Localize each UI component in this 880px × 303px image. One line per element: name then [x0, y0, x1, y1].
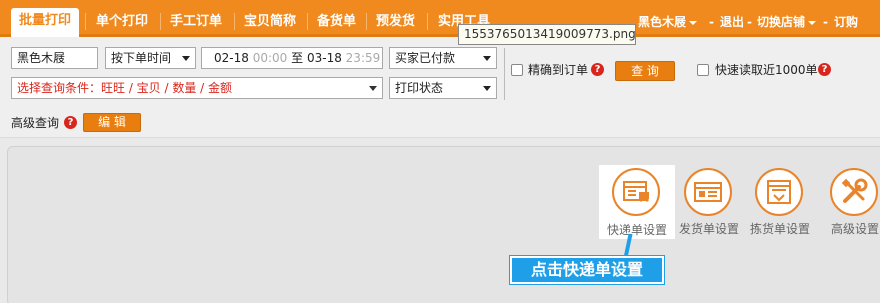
express-form-setting[interactable]: 快递单设置	[599, 165, 675, 239]
time-from: 00:00	[252, 51, 288, 65]
logout-link[interactable]: 退出	[720, 10, 744, 34]
dropdown-arrow-icon	[483, 86, 491, 91]
nav-divider	[307, 13, 308, 30]
delivery-form-icon	[684, 168, 732, 216]
picking-form-icon	[755, 168, 803, 216]
delivery-form-label: 发货单设置	[678, 222, 739, 236]
chevron-down-icon	[689, 20, 698, 25]
switch-shop-label: 切换店铺	[757, 15, 806, 29]
query-condition-placeholder: 选择查询条件：旺旺 / 宝贝 / 数量 / 金额	[17, 81, 233, 95]
tools-icon	[830, 168, 878, 216]
fast-read-checkbox[interactable]	[697, 64, 709, 76]
date-to-label: 至	[291, 51, 304, 65]
print-status-value: 打印状态	[395, 81, 444, 95]
shop-select[interactable]: 黑色木屐	[11, 47, 98, 69]
order-status-select[interactable]: 买家已付款	[389, 47, 497, 69]
chevron-down-icon	[808, 20, 817, 25]
shop-menu[interactable]: 黑色木屐	[638, 10, 698, 34]
time-type-value: 按下单时间	[111, 51, 172, 65]
query-button[interactable]: 查 询	[615, 61, 675, 81]
time-type-select[interactable]: 按下单时间	[105, 47, 196, 69]
print-status-select[interactable]: 打印状态	[389, 77, 497, 99]
help-icon[interactable]: ?	[591, 63, 604, 76]
nav-divider	[160, 13, 161, 30]
edit-button[interactable]: 编 辑	[83, 113, 141, 132]
date-from: 02-18	[214, 51, 249, 65]
time-to: 23:59	[345, 51, 381, 65]
dropdown-arrow-icon	[182, 56, 190, 61]
dropdown-arrow-icon	[369, 86, 377, 91]
tab-batch-print[interactable]: 批量打印	[11, 8, 80, 37]
callout-express-setting: 点击快递单设置	[510, 256, 664, 284]
help-icon[interactable]: ?	[64, 116, 77, 129]
order-status-value: 买家已付款	[395, 51, 456, 65]
express-form-label: 快递单设置	[606, 223, 667, 237]
nav-dash: -	[709, 15, 714, 29]
nav-dash: -	[823, 15, 828, 29]
switch-shop-menu[interactable]: 切换店铺	[757, 10, 817, 34]
top-nav: 批量打印 单个打印 手工订单 宝贝简称 备货单 预发货 实用工具 黑色木屐 - …	[0, 0, 880, 37]
picking-form-label: 拣货单设置	[749, 222, 810, 236]
tab-stock-list[interactable]: 备货单	[309, 9, 364, 37]
tab-item-alias[interactable]: 宝贝简称	[236, 9, 304, 37]
advanced-query-label: 高级查询	[11, 116, 60, 130]
nav-dash: -	[747, 15, 752, 29]
date-range-field[interactable]: 02-18 00:00 至 03-18 23:59	[201, 47, 383, 69]
nav-divider	[234, 13, 235, 30]
exact-order-label: 精确到订单	[528, 63, 589, 77]
advanced-setting-label: 高级设置	[830, 222, 879, 236]
express-form-icon	[612, 168, 660, 216]
help-icon[interactable]: ?	[818, 63, 831, 76]
filename-tooltip: 1553765013419009773.png	[458, 24, 636, 45]
fast-read-label: 快速读取近1000单	[715, 63, 818, 77]
query-condition-select[interactable]: 选择查询条件：旺旺 / 宝贝 / 数量 / 金额	[11, 77, 383, 99]
tab-single-print[interactable]: 单个打印	[88, 9, 156, 37]
filter-divider	[504, 48, 505, 100]
tab-manual-order[interactable]: 手工订单	[162, 9, 230, 37]
dropdown-arrow-icon	[483, 56, 491, 61]
nav-divider	[366, 13, 367, 30]
date-to: 03-18	[306, 51, 342, 65]
nav-divider	[85, 13, 86, 30]
shop-name: 黑色木屐	[638, 15, 687, 29]
nav-divider	[427, 13, 428, 30]
tab-pre-ship[interactable]: 预发货	[368, 9, 423, 37]
exact-order-checkbox[interactable]	[511, 64, 523, 76]
subscribe-link[interactable]: 订购	[834, 10, 858, 34]
